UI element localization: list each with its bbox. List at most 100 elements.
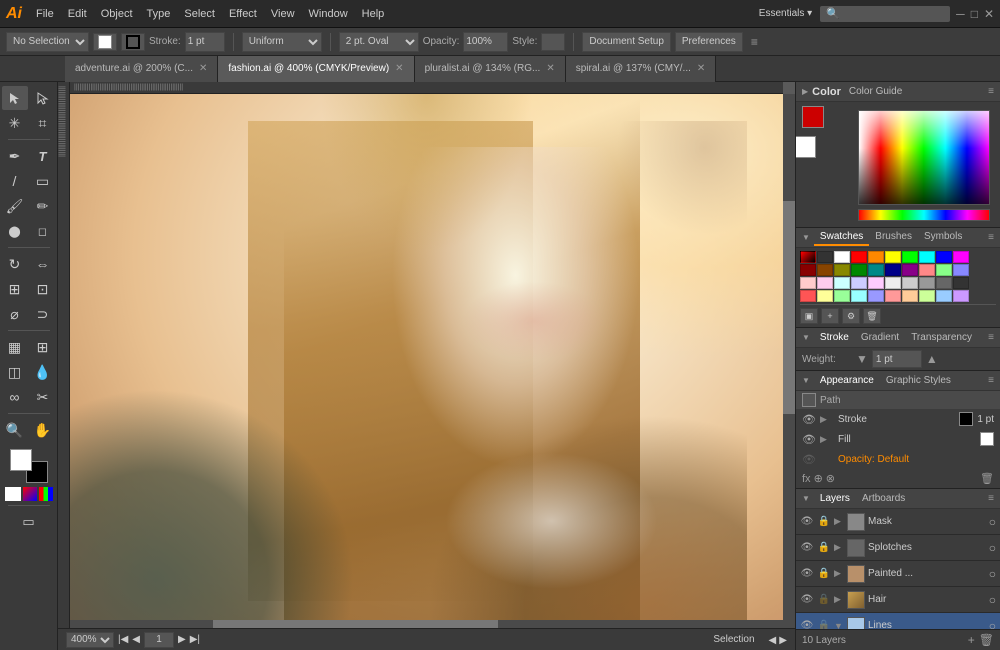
status-next-arrow[interactable]: ▶: [178, 634, 186, 645]
menu-window[interactable]: Window: [303, 6, 354, 22]
splotches-lock-icon[interactable]: 🔒: [817, 542, 831, 553]
splotches-eye-icon[interactable]: 👁: [800, 542, 814, 553]
tab-spiral[interactable]: spiral.ai @ 137% (CMY/... ✕: [566, 56, 717, 82]
hand-tool[interactable]: ✋: [30, 418, 56, 442]
menu-type[interactable]: Type: [141, 6, 177, 22]
lines-target-icon[interactable]: ○: [989, 619, 996, 630]
lines-eye-icon[interactable]: 👁: [800, 620, 814, 629]
appearance-add-effect[interactable]: fx: [802, 473, 811, 485]
layer-row-splotches[interactable]: 👁 🔒 ▶ Splotches ○: [796, 535, 1000, 561]
swatch-item[interactable]: [936, 277, 952, 289]
tip-dropdown[interactable]: 2 pt. Oval: [339, 32, 419, 52]
swatch-item[interactable]: [834, 277, 850, 289]
delete-layer-button[interactable]: 🗑: [979, 633, 994, 647]
panel-options-icon[interactable]: ≡: [751, 35, 758, 49]
mask-lock-icon[interactable]: 🔒: [817, 516, 831, 527]
swatches-tab-brushes[interactable]: Brushes: [869, 229, 918, 246]
rotate-tool[interactable]: ↻: [2, 252, 28, 276]
tab-adventure[interactable]: adventure.ai @ 200% (C... ✕: [65, 56, 218, 82]
pattern-color-icon[interactable]: [39, 487, 53, 501]
status-right-arrow[interactable]: ▶|: [190, 634, 200, 645]
stroke-appearance-color[interactable]: [959, 412, 973, 426]
tab-pluralist-close[interactable]: ✕: [546, 63, 554, 74]
delete-swatch-button[interactable]: 🗑: [863, 308, 881, 324]
scale-tool[interactable]: ⊞: [2, 277, 28, 301]
opacity-appearance-label[interactable]: Opacity: Default: [838, 454, 994, 465]
page-number-input[interactable]: [144, 632, 174, 648]
mask-expand-icon[interactable]: ▶: [834, 516, 844, 527]
tab-adventure-close[interactable]: ✕: [199, 63, 207, 74]
warp-tool[interactable]: ⌀: [2, 302, 28, 326]
blob-brush-tool[interactable]: ⬤: [2, 219, 28, 243]
stroke-visibility-icon[interactable]: 👁: [802, 413, 816, 426]
stroke-color-box[interactable]: [121, 33, 145, 51]
window-maximize[interactable]: □: [971, 7, 978, 21]
swatch-item[interactable]: [834, 290, 850, 302]
graphic-styles-tab[interactable]: Graphic Styles: [880, 373, 957, 388]
brush-type-dropdown[interactable]: Uniform: [242, 32, 322, 52]
menu-edit[interactable]: Edit: [62, 6, 93, 22]
stroke-panel-menu[interactable]: ≡: [988, 332, 994, 343]
color-guide-tab[interactable]: Color Guide: [849, 86, 902, 97]
swatch-item[interactable]: [936, 251, 952, 263]
swatch-item[interactable]: [936, 290, 952, 302]
selection-tool[interactable]: [2, 86, 28, 110]
appearance-delete[interactable]: 🗑: [980, 472, 994, 485]
swatch-item[interactable]: [902, 264, 918, 276]
stroke-tab[interactable]: Stroke: [814, 330, 855, 345]
color-panel-header[interactable]: ▶ Color Color Guide ≡: [796, 82, 1000, 102]
menu-object[interactable]: Object: [95, 6, 139, 22]
painted-eye-icon[interactable]: 👁: [800, 568, 814, 579]
line-tool[interactable]: /: [2, 169, 28, 193]
swatch-item[interactable]: [817, 251, 833, 263]
hair-lock-icon[interactable]: 🔒: [817, 594, 831, 605]
painted-target-icon[interactable]: ○: [989, 567, 996, 581]
type-tool[interactable]: T: [30, 144, 56, 168]
swatch-item[interactable]: [800, 290, 816, 302]
selection-dropdown[interactable]: No Selection: [6, 32, 89, 52]
width-tool[interactable]: ⊃: [30, 302, 56, 326]
appearance-tab[interactable]: Appearance: [814, 373, 880, 388]
swatch-options-button[interactable]: ⚙: [842, 308, 860, 324]
blend-tool[interactable]: ∞: [2, 385, 28, 409]
swatches-tab-symbols[interactable]: Symbols: [918, 229, 968, 246]
layer-row-mask[interactable]: 👁 🔒 ▶ Mask ○: [796, 509, 1000, 535]
swatch-item[interactable]: [851, 264, 867, 276]
swatch-item[interactable]: [817, 264, 833, 276]
fill-color-box[interactable]: [93, 33, 117, 51]
swatch-item[interactable]: [851, 277, 867, 289]
swatch-item[interactable]: [817, 290, 833, 302]
new-color-group-button[interactable]: ▣: [800, 308, 818, 324]
layer-row-hair[interactable]: 👁 🔒 ▶ Hair ○: [796, 587, 1000, 613]
tab-fashion[interactable]: fashion.ai @ 400% (CMYK/Preview) ✕: [218, 56, 414, 82]
opacity-visibility-icon[interactable]: 👁: [802, 453, 816, 466]
reflect-tool[interactable]: ⇔: [30, 252, 56, 276]
rect-tool[interactable]: ▭: [30, 169, 56, 193]
eraser-tool[interactable]: ◻: [30, 219, 56, 243]
hair-expand-icon[interactable]: ▶: [834, 594, 844, 605]
swatch-item[interactable]: [817, 277, 833, 289]
canvas-hscroll[interactable]: [70, 620, 783, 628]
swatch-item[interactable]: [919, 251, 935, 263]
swatch-item[interactable]: [902, 277, 918, 289]
transparency-tab[interactable]: Transparency: [905, 330, 978, 345]
menu-view[interactable]: View: [265, 6, 301, 22]
canvas-area[interactable]: ||||||||||||||||||||||||||||||||||||||| …: [58, 82, 795, 650]
magic-wand-tool[interactable]: ✳: [2, 111, 28, 135]
swatch-item[interactable]: [902, 290, 918, 302]
swatch-item[interactable]: [800, 251, 816, 263]
stroke-expand-icon[interactable]: ▶: [820, 414, 834, 425]
gradient-color-icon[interactable]: [23, 487, 37, 501]
fill-color-chip[interactable]: [10, 449, 32, 471]
shear-tool[interactable]: ⊡: [30, 277, 56, 301]
splotches-expand-icon[interactable]: ▶: [834, 542, 844, 553]
lines-expand-icon[interactable]: ▼: [834, 621, 844, 630]
layers-tab[interactable]: Layers: [814, 491, 856, 506]
swatch-item[interactable]: [868, 251, 884, 263]
none-color-icon[interactable]: [5, 487, 21, 501]
mesh-tool[interactable]: ⊞: [30, 335, 56, 359]
swatch-item[interactable]: [953, 290, 969, 302]
foreground-color[interactable]: [802, 106, 824, 128]
layer-row-lines[interactable]: 👁 🔒 ▼ Lines ○: [796, 613, 1000, 629]
painted-lock-icon[interactable]: 🔒: [817, 568, 831, 579]
